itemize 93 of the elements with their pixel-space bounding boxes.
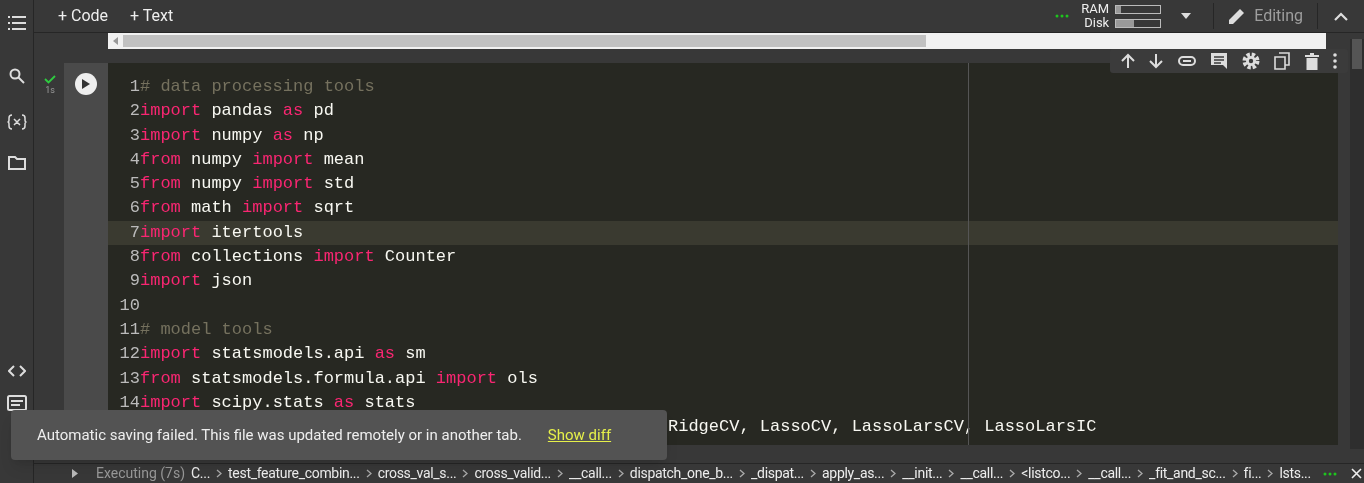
line-number: 6 — [128, 197, 140, 220]
code-comment: # model tools — [140, 318, 273, 341]
stack-frame-link[interactable]: fi... — [1243, 464, 1262, 483]
expand-icon[interactable] — [72, 469, 78, 478]
line-number: 7 — [128, 221, 140, 244]
line-number: 10 — [118, 294, 140, 317]
snackbar-message: Automatic saving failed. This file was updated remotely or in another tab. — [37, 424, 522, 446]
menu-icon[interactable] — [7, 16, 26, 30]
chevron-icon — [810, 469, 816, 478]
editing-button[interactable]: Editing — [1214, 1, 1317, 31]
executing-status: Executing (7s) — [96, 464, 186, 483]
code-icon[interactable] — [7, 365, 26, 377]
close-icon[interactable] — [1350, 468, 1362, 479]
line-number: 3 — [128, 124, 140, 147]
stack-frame-link[interactable]: lsts... — [1279, 464, 1311, 483]
stack-frame-link[interactable]: __init... — [902, 464, 943, 483]
line-number: 8 — [128, 246, 140, 269]
delete-icon[interactable] — [1304, 52, 1319, 70]
code-line: from statsmodels.formula.api import ols — [140, 367, 538, 390]
terminal-icon[interactable] — [6, 395, 27, 411]
arrow-down-icon[interactable] — [1149, 53, 1164, 69]
line-number: 5 — [128, 173, 140, 196]
code-line: from numpy import mean — [140, 148, 365, 171]
line-number: 4 — [128, 148, 140, 171]
stack-frame-link[interactable]: <listco... — [1021, 464, 1071, 483]
code-line: import pandas as pd — [140, 100, 334, 123]
execution-time: 1s — [45, 84, 55, 97]
line-number: 12 — [118, 343, 140, 366]
code-line: import numpy as np — [140, 124, 324, 147]
code-line: RidgeCV, LassoCV, LassoLarsCV, LassoLarsIC — [668, 416, 1097, 436]
settings-icon[interactable] — [1242, 52, 1261, 70]
resource-label: Disk — [1084, 16, 1110, 30]
link-icon[interactable] — [1177, 56, 1196, 66]
pencil-icon — [1228, 7, 1247, 25]
chevron-icon — [462, 469, 469, 478]
show-diff-link[interactable]: Show diff — [547, 423, 612, 447]
code-line: import scipy.stats as stats — [140, 391, 416, 414]
code-line: from numpy import std — [140, 173, 355, 196]
code-line: import json — [140, 270, 253, 293]
stack-frame-link[interactable]: __call... — [569, 464, 612, 483]
code-line: import itertools — [140, 221, 304, 244]
stack-frame-link[interactable]: __call... — [960, 464, 1004, 483]
chevron-icon — [948, 469, 955, 478]
stack-frame-link[interactable]: __call... — [1088, 464, 1132, 483]
stack-frame-link[interactable]: dispatch_one_b... — [629, 464, 733, 483]
chevron-icon — [216, 469, 223, 478]
chevron-icon — [365, 469, 372, 478]
chevron-icon — [1231, 469, 1238, 478]
line-number: 1 — [128, 76, 140, 98]
variables-icon[interactable] — [6, 114, 27, 130]
connected-icon — [1055, 14, 1070, 18]
more-icon[interactable] — [1332, 53, 1337, 69]
stack-frame-link[interactable]: cross_val_s... — [377, 464, 457, 483]
chevron-icon — [557, 469, 563, 478]
stack-frame-link[interactable]: test_feature_combin... — [228, 464, 360, 483]
chevron-icon — [617, 469, 624, 478]
line-number: 14 — [118, 391, 140, 414]
run-button[interactable] — [75, 73, 97, 95]
add-cell-button[interactable]: + Text — [124, 2, 180, 30]
running-icon — [1322, 471, 1337, 476]
chevron-icon — [890, 469, 897, 478]
stack-frame-link[interactable]: apply_as... — [822, 464, 885, 483]
chevron-icon — [1076, 469, 1083, 478]
stack-frame-link[interactable]: _dispat... — [751, 464, 804, 483]
chevron-icon — [1009, 469, 1016, 478]
arrow-up-icon[interactable] — [1121, 53, 1136, 69]
caret-icon[interactable] — [1181, 13, 1192, 19]
horizontal-scrollbar[interactable] — [108, 33, 1326, 49]
chevron-icon — [1267, 469, 1274, 478]
code-line: from math import sqrt — [140, 197, 355, 220]
stack-frame-link[interactable]: cross_valid... — [474, 464, 551, 483]
line-number: 9 — [128, 270, 140, 293]
search-icon[interactable] — [8, 68, 25, 84]
add-cell-button[interactable]: + Code — [52, 2, 115, 30]
play-icon — [82, 79, 90, 89]
code-line: from collections import Counter — [140, 246, 457, 269]
folder-icon[interactable] — [7, 156, 26, 170]
code-comment: # data processing tools — [140, 76, 375, 98]
code-line: import statsmodels.api as sm — [140, 343, 426, 366]
comment-icon[interactable] — [1209, 52, 1228, 70]
stack-frame-link[interactable]: C... — [191, 464, 211, 483]
mirror-cell-icon[interactable] — [1274, 52, 1291, 70]
line-number: 2 — [128, 100, 140, 123]
chevron-icon — [1137, 469, 1144, 478]
stack-frame-link[interactable]: _fit_and_sc... — [1149, 464, 1226, 483]
usage-meter — [1115, 18, 1162, 28]
vertical-scrollbar[interactable] — [1350, 39, 1364, 449]
collapse-icon[interactable] — [1334, 11, 1348, 21]
resource-label: RAM — [1081, 2, 1110, 16]
line-number: 11 — [118, 318, 140, 341]
line-number: 13 — [118, 367, 140, 390]
chevron-icon — [739, 469, 745, 478]
usage-meter — [1115, 4, 1162, 14]
